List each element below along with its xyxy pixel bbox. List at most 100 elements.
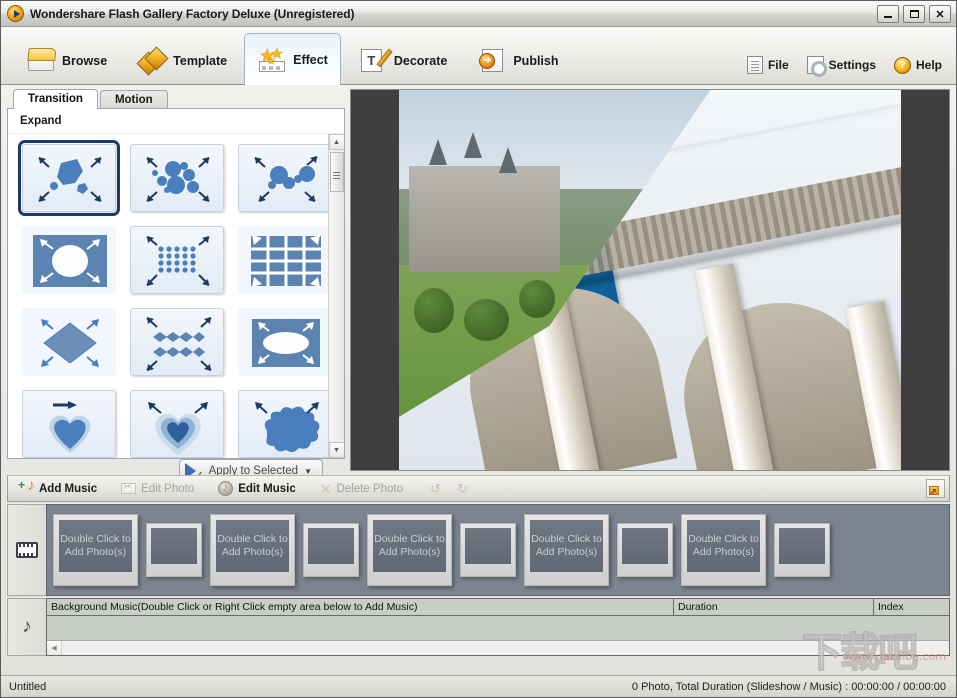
add-music-icon [20, 481, 34, 496]
tab-motion[interactable]: Motion [100, 90, 168, 109]
group-header-expand: Expand [8, 109, 344, 134]
edit-music-button[interactable]: Edit Music [218, 481, 296, 496]
file-menu-label: File [768, 58, 789, 72]
settings-button[interactable]: Settings [807, 56, 876, 74]
effects-panel: Transition Motion Expand [7, 89, 345, 471]
effects-panel-tabs: Transition Motion [7, 89, 345, 109]
photo-slot-placeholder: Double Click to Add Photo(s) [530, 520, 603, 572]
rotate-right-button[interactable]: ↻ [454, 481, 471, 496]
add-music-button[interactable]: Add Music [20, 481, 97, 496]
help-button[interactable]: ? Help [894, 57, 942, 74]
preview-stage[interactable]: e Best • eces [350, 89, 950, 471]
transition-expand-dots[interactable] [130, 226, 224, 294]
photo-slot-thumb [308, 528, 354, 564]
photo-slot[interactable] [303, 523, 359, 577]
transition-expand-diamond[interactable] [22, 308, 116, 376]
tab-decorate[interactable]: T Decorate [345, 36, 461, 84]
filmstrip-row: Double Click to Add Photo(s) Double Clic… [7, 504, 950, 596]
photo-slot[interactable]: Double Click to Add Photo(s) [210, 514, 295, 586]
stars-icon: ★ ★ ★ [257, 46, 287, 74]
transition-expand-ellipse[interactable] [238, 308, 332, 376]
photo-slot-thumb [622, 528, 668, 564]
photo-slot-placeholder: Double Click to Add Photo(s) [59, 520, 132, 572]
tab-motion-label: Motion [115, 94, 153, 106]
document-icon [747, 56, 763, 74]
photo-slot-thumb [779, 528, 825, 564]
music-row: ♪ Background Music(Double Click or Right… [7, 598, 950, 656]
transition-expand-blob[interactable] [22, 144, 116, 212]
tab-template[interactable]: Template [124, 36, 240, 84]
rotate-left-button[interactable]: ↺ [427, 481, 444, 496]
scroll-up-button[interactable]: ▲ [329, 134, 345, 150]
tab-decorate-label: Decorate [394, 54, 448, 68]
status-left: Untitled [9, 681, 46, 693]
transition-splat-expand[interactable] [238, 390, 332, 458]
rotate-right-icon: ↻ [454, 481, 471, 496]
filmstrip-icon [16, 542, 38, 558]
photo-slot[interactable]: Double Click to Add Photo(s) [367, 514, 452, 586]
transition-heart-slide[interactable] [22, 390, 116, 458]
transition-expand-bubbles[interactable] [130, 144, 224, 212]
close-button[interactable]: ✕ [929, 5, 951, 23]
delete-photo-button[interactable]: ✕ Delete Photo [320, 482, 403, 496]
scroll-down-button[interactable]: ▼ [329, 442, 345, 458]
photo-filmstrip[interactable]: Double Click to Add Photo(s) Double Clic… [46, 504, 950, 596]
photo-slot[interactable] [146, 523, 202, 577]
edit-photo-button[interactable]: Edit Photo [121, 482, 194, 496]
column-duration[interactable]: Duration [674, 599, 874, 615]
transition-expand-bubbles-trail[interactable] [238, 144, 332, 212]
folder-icon [26, 47, 56, 75]
tab-browse[interactable]: Browse [13, 36, 120, 84]
transition-heart-expand[interactable] [130, 390, 224, 458]
preview-image: e Best • eces [399, 90, 901, 470]
title-bar: Wondershare Flash Gallery Factory Deluxe… [1, 1, 956, 27]
photo-slot[interactable] [617, 523, 673, 577]
photo-slot-thumb [151, 528, 197, 564]
rotate-left-icon: ↺ [427, 481, 444, 496]
tab-effect-label: Effect [293, 53, 328, 67]
photo-slot-placeholder: Double Click to Add Photo(s) [216, 520, 289, 572]
gear-icon [807, 56, 824, 74]
tab-transition[interactable]: Transition [13, 89, 98, 109]
minimize-button[interactable] [877, 5, 899, 23]
tab-browse-label: Browse [62, 54, 107, 68]
music-hscrollbar[interactable]: ◀ [47, 640, 949, 655]
edit-music-icon [218, 481, 233, 496]
transition-scrollbar[interactable]: ▲ ▼ [328, 134, 344, 458]
text-pen-icon: T [358, 47, 388, 75]
file-menu-button[interactable]: File [747, 56, 789, 74]
hscroll-left-button[interactable]: ◀ [47, 641, 62, 655]
music-table[interactable]: Background Music(Double Click or Right C… [46, 598, 950, 656]
publish-icon: ➔ [477, 47, 507, 75]
window-title: Wondershare Flash Gallery Factory Deluxe… [30, 7, 354, 21]
add-music-label: Add Music [39, 483, 97, 495]
settings-label: Settings [829, 58, 876, 72]
expand-panel-button[interactable]: ↗ [926, 479, 945, 498]
photo-slot[interactable]: Double Click to Add Photo(s) [681, 514, 766, 586]
delete-photo-label: Delete Photo [336, 483, 403, 495]
photo-slot[interactable] [774, 523, 830, 577]
transition-expand-circle[interactable] [22, 226, 116, 294]
edit-music-label: Edit Music [238, 483, 296, 495]
tab-publish[interactable]: ➔ Publish [464, 36, 571, 84]
photo-slot-placeholder: Double Click to Add Photo(s) [687, 520, 760, 572]
status-bar: Untitled 0 Photo, Total Duration (Slides… [1, 675, 956, 697]
music-note-icon: ♪ [22, 616, 32, 638]
window-controls: ✕ [877, 5, 951, 23]
status-right: 0 Photo, Total Duration (Slideshow / Mus… [632, 681, 946, 693]
column-index[interactable]: Index [874, 599, 949, 615]
app-window: Wondershare Flash Gallery Factory Deluxe… [0, 0, 957, 698]
preview-letterbox-left [351, 90, 399, 470]
transition-expand-diamond-grid[interactable] [130, 308, 224, 376]
maximize-button[interactable] [903, 5, 925, 23]
tab-effect[interactable]: ★ ★ ★ Effect [244, 33, 341, 85]
scrollbar-thumb[interactable] [330, 152, 344, 192]
transition-expand-grid[interactable] [238, 226, 332, 294]
column-background-music[interactable]: Background Music(Double Click or Right C… [47, 599, 674, 615]
photo-slot[interactable]: Double Click to Add Photo(s) [53, 514, 138, 586]
photo-slot[interactable] [460, 523, 516, 577]
main-body: Transition Motion Expand [1, 85, 956, 471]
tab-transition-label: Transition [28, 93, 83, 105]
music-table-body[interactable]: ◀ [47, 616, 949, 655]
photo-slot[interactable]: Double Click to Add Photo(s) [524, 514, 609, 586]
